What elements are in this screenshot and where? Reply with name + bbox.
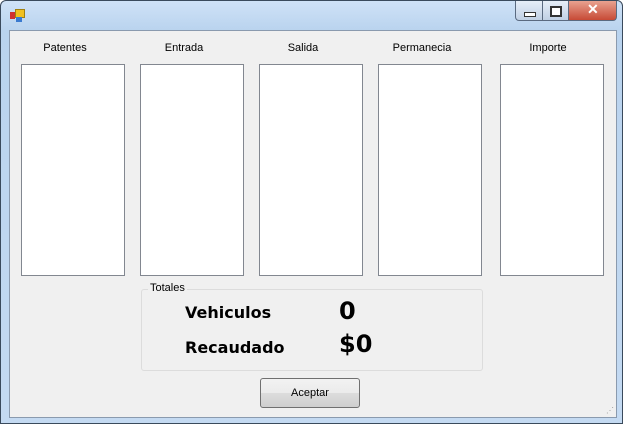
totales-title: Totales [148,282,187,294]
close-button[interactable]: ✕ [568,1,617,21]
minimize-button[interactable] [515,1,543,21]
minimize-icon [524,12,536,17]
close-icon: ✕ [587,1,599,17]
form-client-area: Patentes Entrada Salida Permanecia Impor… [9,30,617,418]
header-patentes: Patentes [43,42,87,54]
header-permanencia: Permanecia [392,42,452,54]
totales-groupbox: Totales Vehiculos 0 Recaudado $0 [141,282,483,371]
maximize-icon [550,6,562,17]
entrada-listbox[interactable] [140,64,244,276]
header-salida: Salida [287,42,319,54]
vehiculos-value: 0 [339,297,356,325]
patentes-listbox[interactable] [21,64,125,276]
vehiculos-label: Vehiculos [185,303,272,322]
maximize-button[interactable] [542,1,569,21]
recaudado-value: $0 [339,330,373,358]
permanencia-listbox[interactable] [378,64,482,276]
app-window: ✕ Patentes Entrada Salida Permanecia Imp… [0,0,623,424]
header-entrada: Entrada [164,42,204,54]
importe-listbox[interactable] [500,64,604,276]
recaudado-label: Recaudado [185,338,285,357]
aceptar-button[interactable]: Aceptar [260,378,360,408]
header-importe: Importe [529,42,567,54]
app-icon [10,9,25,23]
resize-grip-icon[interactable]: ⋰ [606,406,614,415]
salida-listbox[interactable] [259,64,363,276]
